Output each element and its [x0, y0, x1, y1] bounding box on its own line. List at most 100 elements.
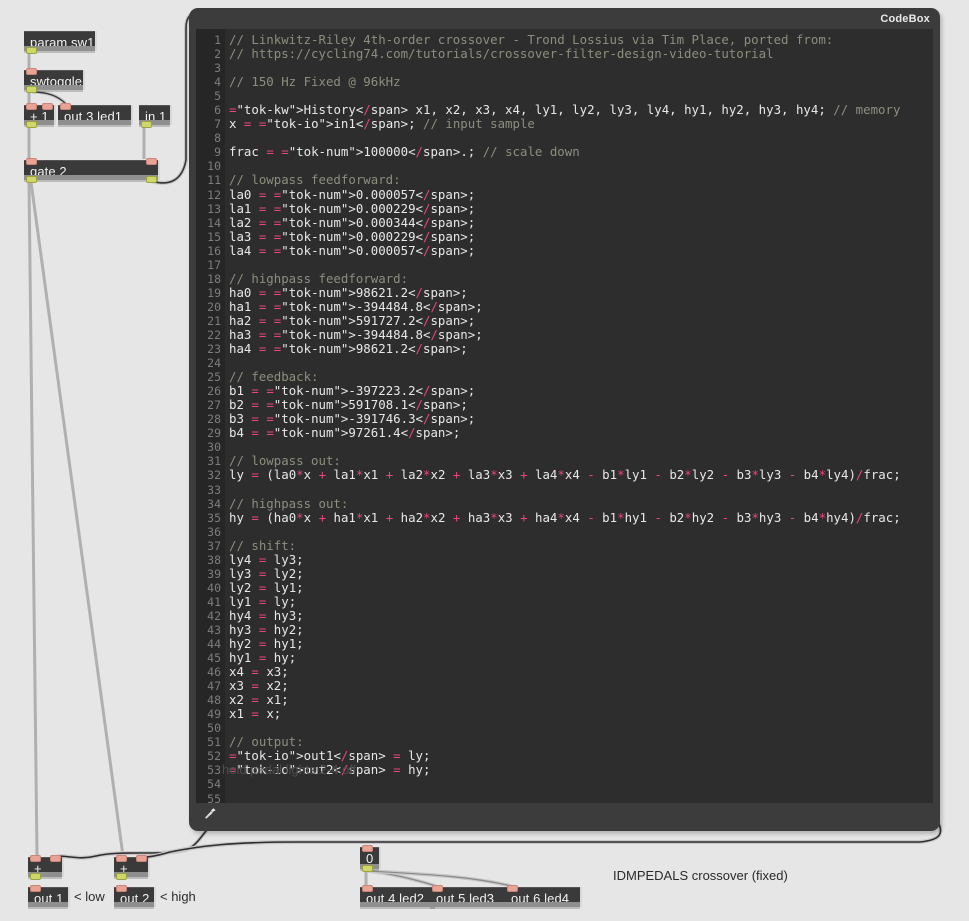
outlet-0[interactable] [26, 86, 37, 93]
object-out-2[interactable]: out 2 [114, 885, 154, 907]
code-line: la1 = ="tok-num">0.000229</span>; [229, 200, 476, 216]
outlet-0[interactable] [116, 873, 127, 880]
inlet-0[interactable] [116, 885, 127, 892]
code-line: b3 = ="tok-num">-391746.3</span>; [229, 411, 476, 427]
object-out3-led1[interactable]: out 3 led1 [58, 103, 131, 125]
code-line: ly3 = ly2; [229, 565, 304, 581]
inlet-0[interactable] [30, 885, 41, 892]
inlet-1[interactable] [146, 158, 157, 165]
inlet-0[interactable] [362, 885, 373, 892]
inlet-0[interactable] [26, 68, 37, 75]
object-out4-led2[interactable]: out 4 led2 [360, 885, 435, 907]
code-line: ="tok-kw">History</span> x1, x2, x3, x4,… [229, 102, 901, 118]
object-footer [430, 902, 505, 907]
inlet-0[interactable] [26, 158, 37, 165]
code-line: ha4 = ="tok-num">98621.2</span>; [229, 341, 468, 357]
comment-crossover: IDMPEDALS crossover (fixed) [613, 868, 788, 883]
outlet-0[interactable] [26, 176, 37, 183]
object-out6-led4[interactable]: out 6 led4 [505, 885, 580, 907]
object-footer [24, 175, 158, 180]
inlet-1[interactable] [50, 855, 61, 862]
code-line: x2 = x1; [229, 692, 289, 708]
code-line: la0 = ="tok-num">0.000057</span>; [229, 186, 476, 202]
inlet-0[interactable] [362, 845, 373, 852]
code-line: x = ="tok-io">in1</span>; // input sampl… [229, 116, 535, 132]
object-footer [505, 902, 580, 907]
code-line: ly2 = ly1; [229, 579, 304, 595]
code-line: x4 = x3; [229, 664, 289, 680]
code-line: ha1 = ="tok-num">-394484.8</span>; [229, 298, 483, 314]
object-number-0[interactable]: 0 [360, 845, 379, 872]
code-line: la4 = ="tok-num">0.000057</span>; [229, 242, 476, 258]
object-gate-2[interactable]: gate 2 [24, 158, 158, 183]
outlet-1[interactable] [146, 176, 157, 183]
outlet-0[interactable] [362, 865, 373, 872]
inlet-0[interactable] [60, 103, 71, 110]
outlet-0[interactable] [26, 47, 37, 54]
code-line: // Linkwitz-Riley 4th-order crossover - … [229, 32, 834, 47]
inlet-0[interactable] [507, 885, 518, 892]
outlet-0[interactable] [141, 121, 152, 128]
comment-high: < high [160, 889, 196, 904]
object-footer [114, 902, 154, 907]
code-line: hy2 = hy1; [229, 636, 304, 652]
inlet-1[interactable] [42, 103, 53, 110]
code-line: x3 = x2; [229, 678, 289, 694]
object-out5-led3[interactable]: out 5 led3 [430, 885, 505, 907]
object-plus-1[interactable]: + 1 [24, 103, 54, 128]
code-line: b4 = ="tok-num">97261.4</span>; [229, 425, 461, 441]
code-line: // https://cycling74.com/tutorials/cross… [229, 46, 774, 62]
code-line: // lowpass feedforward: [229, 172, 401, 188]
object-plus-left[interactable]: + [28, 855, 62, 880]
code-line: ha3 = ="tok-num">-394484.8</span>; [229, 326, 483, 342]
code-line: la2 = ="tok-num">0.000344</span>; [229, 214, 476, 230]
code-line: ly1 = ly; [229, 593, 297, 609]
code-line: // output: [229, 734, 304, 750]
object-in-1[interactable]: in 1 [139, 105, 170, 128]
code-line: ly = (la0*x + la1*x1 + la2*x2 + la3*x3 +… [229, 467, 901, 483]
code-line: // highpass out: [229, 495, 349, 511]
object-footer [28, 902, 68, 907]
code-line: ha0 = ="tok-num">98621.2</span>; [229, 284, 468, 300]
code-line: // lowpass out: [229, 453, 341, 469]
inlet-0[interactable] [30, 855, 41, 862]
object-footer [360, 902, 435, 907]
object-footer [58, 120, 131, 125]
pin-icon[interactable] [202, 806, 218, 822]
inlet-0[interactable] [432, 885, 443, 892]
outlet-0[interactable] [26, 121, 37, 128]
code-line: ly4 = ly3; [229, 551, 304, 567]
code-line: // shift: [229, 537, 297, 553]
inlet-1[interactable] [136, 855, 147, 862]
code-line: hy3 = hy2; [229, 621, 304, 637]
code-editor[interactable]: 1 2 3 4 5 6 7 8 9 10 11 12 13 14 15 16 17 18 19 20 21 22 23 24 2… [196, 29, 933, 803]
code-text[interactable]: // Linkwitz-Riley 4th-order crossover - … [225, 29, 933, 803]
codebox-panel[interactable]: CodeBox 1 2 3 4 5 6 7 8 9 10 11 12 13 14 15 16 17 18 19 20 2… [189, 8, 940, 831]
object-swtoggle[interactable]: swtoggle [24, 68, 83, 93]
code-line: ha2 = ="tok-num">591727.2</span>; [229, 312, 476, 328]
inlet-0[interactable] [26, 103, 37, 110]
object-param-sw1[interactable]: param sw1 [24, 31, 95, 54]
code-line: b1 = ="tok-num">-397223.2</span>; [229, 383, 476, 399]
outlet-0[interactable] [30, 873, 41, 880]
object-out-1[interactable]: out 1 [28, 885, 68, 907]
inlet-0[interactable] [116, 855, 127, 862]
code-line: hy1 = hy; [229, 650, 297, 666]
object-plus-right[interactable]: + [114, 855, 148, 880]
code-line-numbers: 1 2 3 4 5 6 7 8 9 10 11 12 13 14 15 16 17 18 19 20 21 22 23 24 2… [196, 29, 225, 803]
codebox-title-label: CodeBox [880, 13, 930, 25]
code-line: // 150 Hz Fixed @ 96kHz [229, 74, 401, 90]
code-line: la3 = ="tok-num">0.000229</span>; [229, 228, 476, 244]
code-line: // feedback: [229, 369, 319, 385]
